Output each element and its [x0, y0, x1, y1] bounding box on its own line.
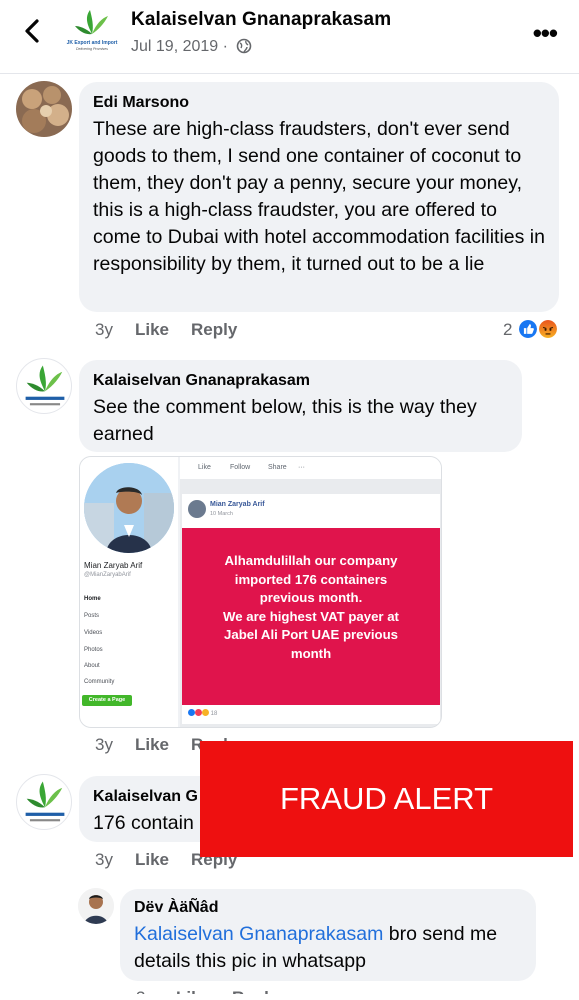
create-page-button: Create a Page [82, 695, 132, 706]
comment-bubble: Edi Marsono These are high-class fraudst… [79, 82, 559, 312]
embedded-post-card: Mian Zaryab Arif 10 March Alhamdulillah … [182, 494, 440, 724]
comment-attachment-image[interactable]: Mian Zaryab Arif @MianZaryabArif Home Po… [79, 456, 442, 728]
profile-name: Mian Zaryab Arif [84, 561, 143, 570]
avatar[interactable] [16, 81, 72, 137]
fraud-alert-banner: FRAUD ALERT [200, 741, 573, 857]
page-logo-icon [25, 365, 65, 406]
post-area: Like Follow Share ··· Mian Zaryab Arif 1… [180, 457, 441, 727]
more-options-button[interactable]: ••• [533, 18, 558, 49]
comment-text: See the comment below, this is the way t… [93, 396, 477, 445]
post-header: JK Export and Import Delivering Promises… [0, 0, 579, 74]
like-button[interactable]: Like [135, 320, 169, 339]
toolbar-more: ··· [298, 464, 305, 471]
page-logo-icon [25, 781, 65, 822]
logo-tagline: Delivering Promises [76, 47, 108, 51]
profile-photo [84, 463, 174, 553]
post-line: month [290, 645, 332, 661]
post-author: Mian Zaryab Arif [210, 501, 265, 508]
profile-photo-icon [84, 463, 174, 553]
post-author-avatar [188, 500, 206, 518]
mention-link[interactable]: Kalaiselvan Gnanaprakasam [134, 923, 383, 945]
nav-home: Home [84, 596, 101, 602]
love-reaction-icon [195, 709, 202, 716]
post-reactions: 18 [188, 709, 217, 717]
comment-age[interactable]: 3y [95, 850, 113, 869]
like-reaction-icon [188, 709, 195, 716]
back-arrow-icon[interactable] [18, 16, 48, 46]
globe-icon [237, 38, 252, 54]
profile-sidebar: Mian Zaryab Arif @MianZaryabArif Home Po… [80, 457, 178, 727]
date-separator: · [218, 38, 233, 55]
comment-bubble: Kalaiselvan Gnanaprakasam See the commen… [79, 360, 522, 452]
avatar-photo-icon [16, 81, 72, 137]
post-line: previous month. [259, 590, 363, 605]
comment-actions: 3y Like Reply [95, 320, 259, 340]
avatar[interactable] [78, 888, 114, 924]
nav-posts: Posts [84, 613, 100, 619]
page-name[interactable]: Kalaiselvan Gnanaprakasam [131, 9, 391, 31]
post-line: We are highest VAT payer at [223, 608, 399, 624]
reply-button[interactable]: Reply [191, 320, 237, 339]
post-text-panel: Alhamdulillah our company imported 176 c… [182, 528, 440, 705]
post-line: Alhamdulillah our company [224, 553, 398, 568]
comment-author[interactable]: Kalaiselvan Gnanaprakasam [93, 372, 508, 390]
comment-author[interactable]: Dëv ÀäÑâd [134, 899, 522, 917]
reaction-summary[interactable]: 2 [503, 318, 567, 344]
like-button[interactable]: Like [135, 850, 169, 869]
nav-community: Community [84, 679, 115, 685]
like-reaction-icon [517, 318, 539, 340]
page-logo-icon[interactable]: JK Export and Import Delivering Promises [66, 4, 118, 56]
post-reaction-count: 18 [210, 711, 218, 717]
avatar[interactable] [16, 774, 72, 830]
logo-text: JK Export and Import [67, 40, 118, 46]
like-button[interactable]: Like [135, 735, 169, 754]
toolbar-share: Share [268, 464, 287, 471]
post-line: imported 176 containers [234, 571, 388, 587]
nav-photos: Photos [84, 647, 103, 653]
angry-reaction-icon [537, 318, 559, 340]
post-date-text: Jul 19, 2019 [131, 38, 219, 55]
comment-age[interactable]: 3y [95, 320, 113, 339]
post-date-small: 10 March [210, 511, 233, 517]
post-date[interactable]: Jul 19, 2019 · [131, 38, 252, 56]
toolbar-follow: Follow [230, 464, 251, 471]
avatar[interactable] [16, 358, 72, 414]
nav-videos: Videos [84, 630, 103, 636]
comment-text: These are high-class fraudsters, don't e… [93, 118, 545, 275]
comment-author[interactable]: Edi Marsono [93, 94, 545, 112]
comment-age[interactable]: 3y [95, 735, 113, 754]
comment-bubble: Dëv ÀäÑâd Kalaiselvan Gnanaprakasam bro … [120, 889, 536, 981]
bottom-edge [0, 994, 579, 1000]
reaction-count: 2 [503, 320, 513, 339]
page-toolbar: Like Follow Share ··· [180, 457, 441, 479]
comment-text: Kalaiselvan Gnanaprakasam bro send me de… [134, 921, 522, 975]
wow-reaction-icon [202, 709, 209, 716]
post-line: Jabel Ali Port UAE previous [224, 627, 398, 642]
toolbar-like: Like [198, 464, 211, 471]
nav-about: About [84, 663, 100, 669]
profile-handle: @MianZaryabArif [84, 572, 131, 578]
avatar-photo-icon [78, 888, 114, 924]
